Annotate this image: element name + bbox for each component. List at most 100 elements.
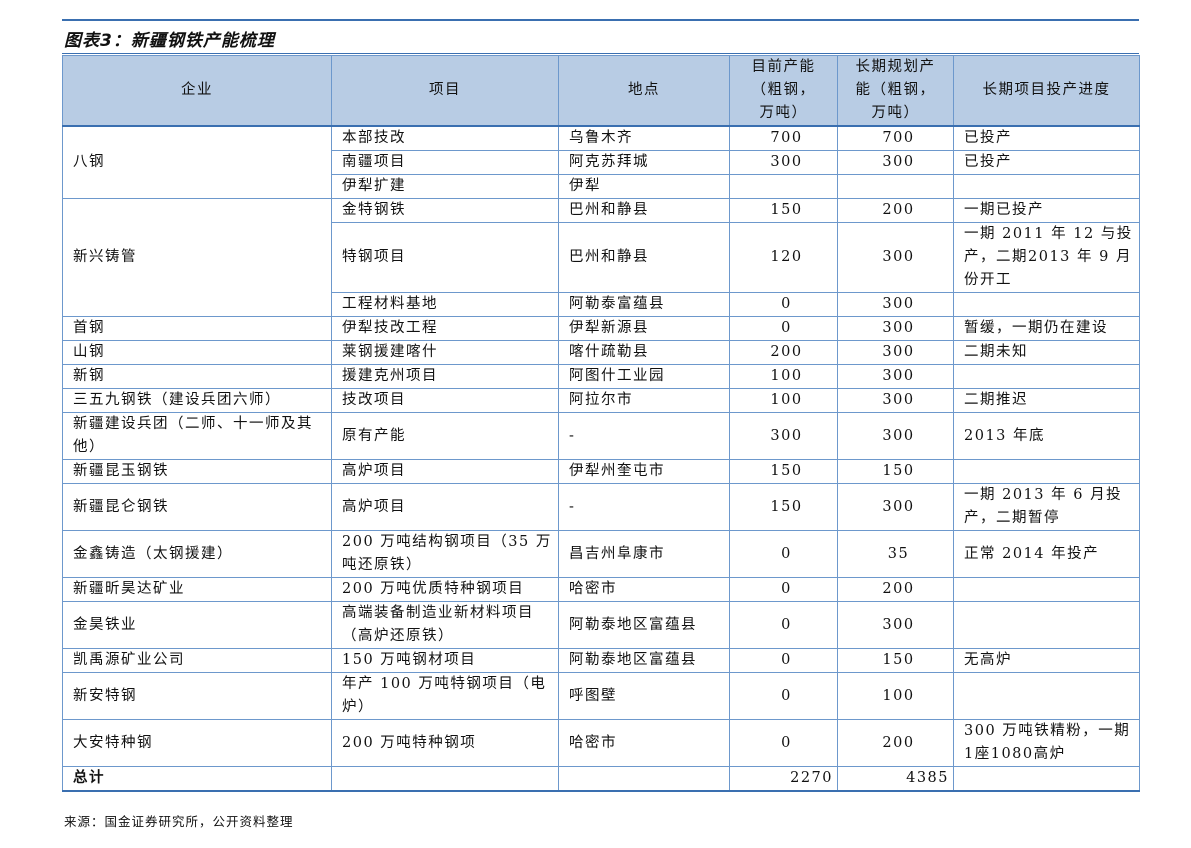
progress-cell: 一期已投产 [953, 198, 1140, 223]
planned-capacity-cell: 300 [837, 292, 954, 317]
progress-cell [953, 292, 1140, 317]
current-capacity-cell: 120 [729, 222, 838, 293]
current-capacity-cell: 0 [729, 292, 838, 317]
progress-cell: 300 万吨铁精粉，一期1座1080高炉 [953, 719, 1140, 767]
current-capacity-cell: 0 [729, 719, 838, 767]
location-cell: 哈密市 [558, 719, 730, 767]
company-cell: 山钢 [62, 340, 332, 365]
location-cell: 阿勒泰地区富蕴县 [558, 648, 730, 673]
planned-capacity-cell: 300 [837, 388, 954, 413]
current-capacity-cell: 300 [729, 412, 838, 460]
current-capacity-cell: 0 [729, 601, 838, 649]
planned-capacity-cell: 300 [837, 364, 954, 389]
table-row: 新疆昕昊达矿业 200 万吨优质特种钢项目 哈密市 0 200 [62, 577, 1140, 602]
empty-cell [953, 766, 1140, 792]
company-cell: 新疆昕昊达矿业 [62, 577, 332, 602]
progress-cell: 暂缓，一期仍在建设 [953, 316, 1140, 341]
table-body: 八钢 本部技改 乌鲁木齐 700 700 已投产 南疆项目 阿克苏拜城 300 300 已投产 伊犁扩… [62, 125, 1140, 792]
planned-capacity-cell: 300 [837, 222, 954, 293]
location-cell: 伊犁州奎屯市 [558, 459, 730, 484]
planned-capacity-cell: 150 [837, 459, 954, 484]
project-cell: 200 万吨特种钢项 [331, 719, 559, 767]
location-cell: 阿克苏拜城 [558, 150, 730, 175]
table-row: 新钢 援建克州项目 阿图什工业园 100 300 [62, 364, 1140, 389]
progress-cell [953, 672, 1140, 720]
table-row: 山钢 莱钢援建喀什 喀什疏勒县 200 300 二期未知 [62, 340, 1140, 365]
figure-title: 图表3：新疆钢铁产能梳理 [64, 31, 275, 51]
planned-capacity-cell: 35 [837, 530, 954, 578]
project-cell: 莱钢援建喀什 [331, 340, 559, 365]
header-project: 项目 [331, 55, 559, 127]
table-row: 凯禹源矿业公司 150 万吨钢材项目 阿勒泰地区富蕴县 0 150 无高炉 [62, 648, 1140, 673]
current-capacity-cell: 200 [729, 340, 838, 365]
company-cell: 三五九钢铁（建设兵团六师） [62, 388, 332, 413]
current-capacity-cell: 150 [729, 198, 838, 223]
table-row: 首钢 伊犁技改工程 伊犁新源县 0 300 暂缓，一期仍在建设 [62, 316, 1140, 341]
progress-cell [953, 364, 1140, 389]
location-cell: 喀什疏勒县 [558, 340, 730, 365]
current-capacity-cell: 300 [729, 150, 838, 175]
project-cell: 200 万吨结构钢项目（35 万吨还原铁） [331, 530, 559, 578]
current-capacity-cell: 0 [729, 672, 838, 720]
project-cell: 技改项目 [331, 388, 559, 413]
progress-cell: 一期 2013 年 6 月投产，二期暂停 [953, 483, 1140, 531]
project-cell: 援建克州项目 [331, 364, 559, 389]
company-cell: 新安特钢 [62, 672, 332, 720]
project-cell: 伊犁扩建 [331, 174, 559, 199]
planned-capacity-cell [837, 174, 954, 199]
location-cell: 阿勒泰地区富蕴县 [558, 601, 730, 649]
project-cell: 200 万吨优质特种钢项目 [331, 577, 559, 602]
project-cell: 高端装备制造业新材料项目（高炉还原铁） [331, 601, 559, 649]
current-capacity-cell: 0 [729, 316, 838, 341]
company-cell: 新疆昆仑钢铁 [62, 483, 332, 531]
progress-cell: 正常 2014 年投产 [953, 530, 1140, 578]
source-note: 来源：国金证券研究所，公开资料整理 [64, 814, 294, 829]
progress-cell [953, 459, 1140, 484]
location-cell: 阿拉尔市 [558, 388, 730, 413]
progress-cell: 已投产 [953, 125, 1140, 151]
progress-cell: 已投产 [953, 150, 1140, 175]
project-cell: 原有产能 [331, 412, 559, 460]
total-planned-cell: 4385 [837, 766, 954, 792]
company-cell: 金鑫铸造（太钢援建） [62, 530, 332, 578]
planned-capacity-cell: 700 [837, 125, 954, 151]
header-location: 地点 [558, 55, 730, 127]
project-cell: 南疆项目 [331, 150, 559, 175]
table-row: 金鑫铸造（太钢援建） 200 万吨结构钢项目（35 万吨还原铁） 昌吉州阜康市 0 35… [62, 530, 1140, 578]
company-cell: 金昊铁业 [62, 601, 332, 649]
company-cell: 新钢 [62, 364, 332, 389]
location-cell: 哈密市 [558, 577, 730, 602]
project-cell: 伊犁技改工程 [331, 316, 559, 341]
table-row: 大安特种钢 200 万吨特种钢项 哈密市 0 200 300 万吨铁精粉，一期1座1080… [62, 719, 1140, 767]
location-cell: 巴州和静县 [558, 198, 730, 223]
header-planned-capacity: 长期规划产能（粗钢，万吨） [837, 55, 954, 127]
total-label-cell: 总计 [62, 766, 332, 792]
location-cell: 阿勒泰富蕴县 [558, 292, 730, 317]
project-cell: 年产 100 万吨特钢项目（电炉） [331, 672, 559, 720]
planned-capacity-cell: 200 [837, 577, 954, 602]
location-cell: 阿图什工业园 [558, 364, 730, 389]
location-cell: 伊犁 [558, 174, 730, 199]
current-capacity-cell: 150 [729, 459, 838, 484]
company-cell: 八钢 [62, 125, 332, 199]
progress-cell: 2013 年底 [953, 412, 1140, 460]
location-cell: - [558, 483, 730, 531]
current-capacity-cell: 0 [729, 530, 838, 578]
table-row: 新兴铸管 金特钢铁 巴州和静县 150 200 一期已投产 [62, 198, 1140, 317]
location-cell: 乌鲁木齐 [558, 125, 730, 151]
empty-cell [558, 766, 730, 792]
planned-capacity-cell: 300 [837, 340, 954, 365]
location-cell: 昌吉州阜康市 [558, 530, 730, 578]
progress-cell: 二期未知 [953, 340, 1140, 365]
progress-cell: 一期 2011 年 12 与投产，二期2013 年 9 月份开工 [953, 222, 1140, 293]
project-cell: 高炉项目 [331, 459, 559, 484]
total-row: 总计 2270 4385 [62, 766, 1140, 792]
planned-capacity-cell: 300 [837, 412, 954, 460]
current-capacity-cell: 150 [729, 483, 838, 531]
current-capacity-cell: 100 [729, 388, 838, 413]
planned-capacity-cell: 300 [837, 316, 954, 341]
current-capacity-cell [729, 174, 838, 199]
table-row: 三五九钢铁（建设兵团六师） 技改项目 阿拉尔市 100 300 二期推迟 [62, 388, 1140, 413]
planned-capacity-cell: 300 [837, 601, 954, 649]
header-row: 企业 项目 地点 目前产能（粗钢，万吨） 长期规划产能（粗钢，万吨） 长期项目投… [62, 55, 1140, 127]
